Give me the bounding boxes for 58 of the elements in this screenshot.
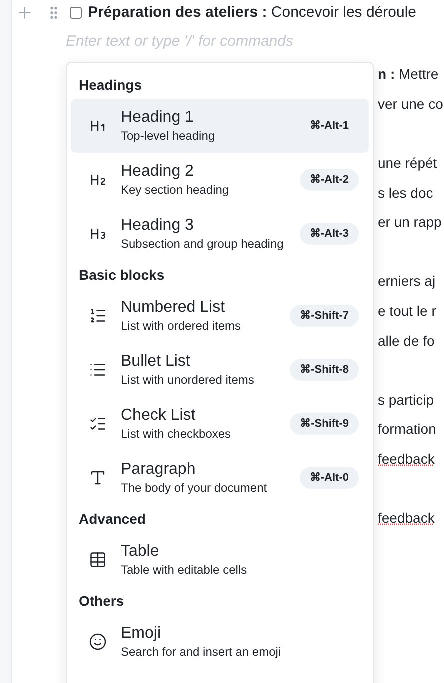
item-description: Subsection and group heading [121, 236, 284, 252]
item-title: Table [121, 542, 160, 562]
text-icon [89, 469, 107, 487]
item-title: Check List [121, 406, 196, 426]
section-heading: Headings [78, 76, 144, 95]
menu-item[interactable]: Heading 1 Top-level heading ⌘-Alt-1 [71, 99, 369, 153]
item-description: List with ordered items [121, 318, 242, 334]
menu-item[interactable]: Check List List with checkboxes ⌘-Shift-9 [71, 397, 369, 451]
document-text: e tout le r [378, 302, 436, 322]
menu-item[interactable]: Table Table with editable cells [71, 533, 369, 587]
item-title: Emoji [121, 624, 162, 644]
item-description: The body of your document [121, 480, 268, 496]
section-heading: Advanced [78, 510, 147, 528]
document-text: erniers aj [378, 272, 436, 292]
smiley-icon [89, 633, 107, 651]
menu-item[interactable]: Numbered List List with ordered items ⌘-Shift-7 [71, 289, 369, 343]
item-description: Top-level heading [121, 128, 216, 144]
document-text: feedback [378, 450, 435, 470]
document-text: alle de fo [378, 332, 435, 351]
shortcut-badge: ⌘-Alt-3 [300, 222, 359, 246]
shortcut-badge: ⌘-Shift-9 [290, 412, 359, 436]
item-description: List with checkboxes [121, 426, 232, 442]
shortcut-badge: ⌘-Alt-0 [300, 466, 359, 490]
section-heading: Others [78, 592, 126, 610]
shortcut-badge: ⌘-Shift-7 [290, 304, 359, 328]
menu-item[interactable]: Heading 3 Subsection and group heading ⌘-Alt-3 [71, 207, 369, 261]
section-heading: Basic blocks [78, 266, 166, 284]
document-text: une répét [378, 154, 438, 174]
shortcut-badge: ⌘-Shift-8 [290, 358, 359, 382]
document-text: s les doc [378, 184, 434, 203]
item-title: Heading 2 [121, 162, 194, 182]
task-checkbox[interactable] [70, 7, 82, 19]
item-description: Key section heading [121, 182, 230, 198]
item-description: Table with editable cells [121, 562, 248, 578]
menu-item[interactable]: Bullet List List with unordered items ⌘-Shift-8 [71, 343, 369, 397]
document-text: er un rapp [378, 213, 442, 232]
item-title: Heading 1 [121, 108, 194, 128]
item-description: Search for and insert an emoji [121, 644, 282, 660]
bullet-list-icon [89, 361, 107, 379]
checklist-icon [89, 415, 107, 433]
document-text: n : Mettre [378, 65, 439, 84]
item-title: Heading 3 [121, 216, 194, 236]
item-title: Paragraph [121, 460, 196, 480]
task-text: Préparation des ateliers : Concevoir les déroule [88, 2, 416, 23]
document-text: formation [378, 420, 436, 440]
shortcut-badge: ⌘-Alt-2 [300, 168, 359, 192]
block-input-field[interactable]: Enter text or type '/' for commands [66, 30, 406, 54]
menu-item[interactable]: Paragraph The body of your document ⌘-Alt-0 [71, 451, 369, 505]
document-text: feedback [378, 509, 435, 528]
menu-item[interactable]: Emoji Search for and insert an emoji [71, 615, 369, 669]
menu-item[interactable]: Heading 2 Key section heading ⌘-Alt-2 [71, 153, 369, 207]
table-icon [89, 551, 107, 569]
numbered-list-icon [89, 307, 107, 325]
item-description: List with unordered items [121, 372, 254, 388]
item-title: Numbered List [121, 298, 226, 318]
document-text: ver une co [378, 94, 444, 114]
item-title: Bullet List [121, 352, 190, 372]
document-text: s particip [378, 390, 434, 410]
